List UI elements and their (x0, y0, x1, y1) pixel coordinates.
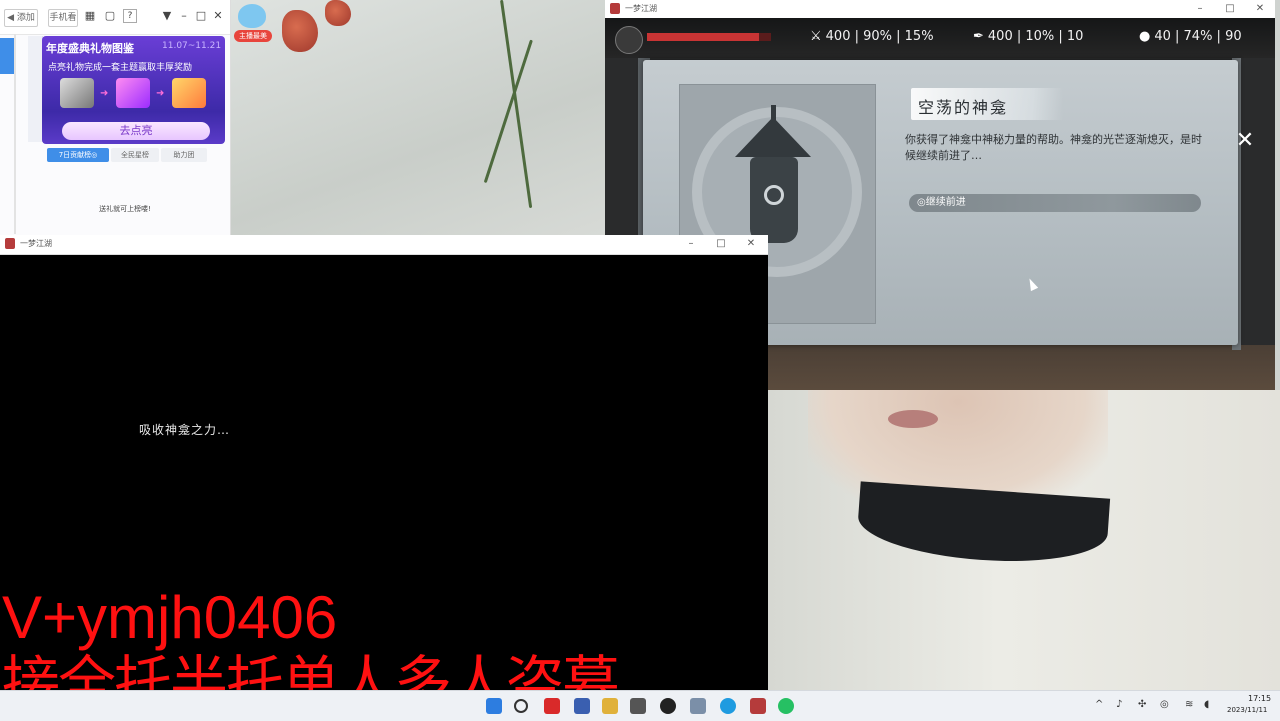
attack-stat-value: 400 | 90% | 15% (825, 29, 934, 44)
chevron-up-icon[interactable]: ^ (1095, 699, 1103, 710)
rank-tabs: 7日贡献榜◎ 全民星榜 助力团 (47, 148, 207, 162)
window-titlebar: 一梦江湖 – □ ✕ (0, 235, 768, 255)
anchor-tag: 主播最美 (234, 30, 272, 42)
tab-all-stars[interactable]: 全民星榜 (111, 148, 159, 162)
window-title: 一梦江湖 (625, 4, 657, 13)
arrow-right-icon: ➜ (156, 88, 165, 99)
help-button[interactable]: ? (123, 9, 137, 23)
anchor-avatar[interactable]: 主播最美 (232, 2, 272, 42)
side-divider (14, 34, 16, 234)
feather-icon: ✒ (973, 29, 984, 44)
network-icon[interactable]: ✣ (1138, 699, 1146, 710)
health-bar (647, 33, 771, 41)
gift-panel: ◀ 添加 手机看 ▦ ▢ ? ▼ – □ ✕ 年度盛典礼物图鉴 11.07~11… (0, 0, 231, 235)
dropdown-icon[interactable]: ▼ (160, 9, 174, 23)
flower-bud (282, 10, 318, 52)
chat-app-icon[interactable] (778, 698, 794, 714)
wifi-icon[interactable]: ≋ (1185, 699, 1193, 710)
cartoon-face-icon (238, 4, 266, 28)
maximize-icon[interactable]: □ (194, 9, 208, 23)
agility-stat-value: 400 | 10% | 10 (987, 29, 1084, 44)
app-icon[interactable] (660, 698, 676, 714)
continue-button[interactable]: ◎继续前进 (909, 194, 1201, 212)
health-bar-fill (647, 33, 759, 41)
gift-card-subtitle: 点亮礼物完成一套主题赢取丰厚奖励 (48, 63, 193, 73)
rank-note: 送礼就可上榜喽! (99, 205, 151, 213)
minimize-button[interactable]: – (676, 235, 706, 253)
game-logo-icon (5, 238, 15, 249)
event-title: 空荡的神龛 (918, 98, 1009, 117)
player-hud: ⚔ 400 | 90% | 15% ✒ 400 | 10% | 10 ● 40 | 7… (605, 18, 1275, 58)
loading-message: 吸收神龛之力… (139, 423, 231, 437)
screen-icon[interactable]: ▢ (103, 9, 117, 23)
flower-background (230, 0, 605, 235)
app-icon[interactable] (574, 698, 590, 714)
flask-icon: ● (1139, 29, 1151, 44)
window-title: 一梦江湖 (20, 239, 52, 248)
panel-toolbar: ◀ 添加 手机看 ▦ ▢ ? ▼ – □ ✕ (0, 0, 230, 35)
pagoda-roof (735, 117, 811, 157)
app-icon[interactable] (544, 698, 560, 714)
event-description: 你获得了神龛中神秘力量的帮助。神龛的光芒逐渐熄灭，是时候继续前进了… (905, 133, 1202, 162)
attack-stat: ⚔ 400 | 90% | 15% (810, 29, 934, 44)
spear-icon: ⚔ (810, 29, 822, 44)
light-up-button[interactable]: 去点亮 (62, 122, 210, 140)
maximize-button[interactable]: □ (1215, 0, 1245, 18)
clock-time[interactable]: 17:15 (1248, 694, 1271, 703)
tab-support-team[interactable]: 助力团 (161, 148, 207, 162)
arrow-right-icon: ➜ (100, 88, 109, 99)
overlay-contact-text: V+ymjh0406 (2, 584, 338, 651)
volume-icon[interactable]: ◖ (1204, 699, 1209, 710)
close-button[interactable]: ✕ (736, 235, 766, 253)
gift-card[interactable]: 年度盛典礼物图鉴 11.07~11.21 点亮礼物完成一套主题赢取丰厚奖励 ➜ … (42, 36, 225, 144)
flower-stem (500, 0, 533, 209)
tab-7day-rank[interactable]: 7日贡献榜◎ (47, 148, 109, 162)
taskbar: ^ ♪ ✣ ◎ ≋ ◖ 17:15 2023/11/11 (0, 690, 1280, 721)
game-logo-icon (610, 3, 620, 14)
app-icon[interactable] (690, 698, 706, 714)
mobile-view-button[interactable]: 手机看 (48, 9, 78, 27)
app-icon[interactable] (630, 698, 646, 714)
start-icon[interactable] (486, 698, 502, 714)
potion-stat-value: 40 | 74% | 90 (1154, 29, 1242, 44)
clock-date[interactable]: 2023/11/11 (1227, 706, 1267, 714)
gift-item (172, 78, 206, 108)
close-icon[interactable]: ✕ (211, 9, 225, 23)
minimize-button[interactable]: – (1185, 0, 1215, 18)
add-button[interactable]: ◀ 添加 (4, 9, 38, 27)
flower-bud (325, 0, 351, 26)
close-icon[interactable]: ✕ (1233, 130, 1257, 154)
microphone-icon[interactable]: ♪ (1116, 699, 1122, 710)
side-indicator (0, 38, 14, 74)
window-titlebar: 一梦江湖 – □ ✕ (605, 0, 1275, 18)
side-tab-strip[interactable] (28, 36, 43, 142)
app-tray-icon[interactable]: ◎ (1160, 699, 1169, 710)
game-app-icon[interactable] (750, 698, 766, 714)
search-icon[interactable] (514, 699, 528, 713)
close-button[interactable]: ✕ (1245, 0, 1275, 18)
gift-card-date: 11.07~11.21 (162, 41, 222, 51)
gift-card-title: 年度盛典礼物图鉴 (46, 42, 134, 55)
maximize-button[interactable]: □ (706, 235, 736, 253)
app-icon[interactable] (602, 698, 618, 714)
gift-item (116, 78, 150, 108)
player-avatar[interactable] (615, 26, 643, 54)
game-scene-floor (768, 345, 1275, 390)
gift-item (60, 78, 94, 108)
potion-stat: ● 40 | 74% | 90 (1139, 29, 1242, 44)
browser-icon[interactable] (720, 698, 736, 714)
grid-icon[interactable]: ▦ (83, 9, 97, 23)
lips (888, 410, 938, 428)
person-background (768, 390, 1280, 690)
minimize-icon[interactable]: – (177, 9, 191, 23)
agility-stat: ✒ 400 | 10% | 10 (973, 29, 1083, 44)
continue-button-label: ◎继续前进 (917, 197, 966, 208)
shrine-ring (764, 185, 784, 205)
